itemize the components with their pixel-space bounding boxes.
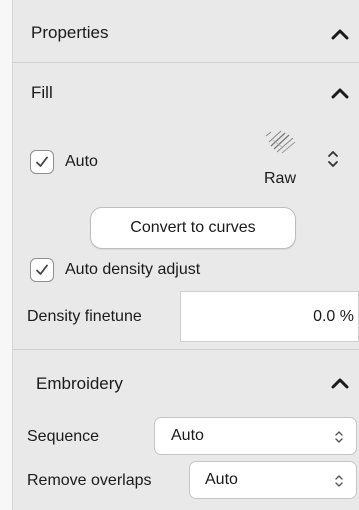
checkmark-icon [36, 156, 48, 167]
fill-pattern-icon[interactable] [263, 128, 299, 158]
remove-overlaps-select[interactable]: Auto [189, 461, 357, 499]
up-down-chevron-icon [334, 429, 344, 450]
panel-left-edge [0, 0, 13, 510]
chevron-up-icon[interactable] [331, 377, 351, 391]
sequence-select[interactable]: Auto [154, 417, 357, 455]
auto-density-adjust-checkbox[interactable] [30, 258, 54, 282]
up-down-chevron-icon [334, 473, 344, 494]
properties-panel: Properties Fill Auto Raw Convert to curv… [13, 0, 359, 510]
density-finetune-label: Density finetune [27, 308, 142, 325]
chevron-up-icon[interactable] [331, 28, 351, 42]
fill-title: Fill [31, 83, 53, 102]
embroidery-header[interactable]: Embroidery [13, 350, 359, 410]
sequence-label: Sequence [27, 428, 100, 445]
checkmark-icon [36, 264, 48, 275]
properties-header[interactable]: Properties [13, 0, 359, 62]
properties-title: Properties [31, 23, 109, 42]
sequence-value: Auto [171, 427, 204, 444]
density-finetune-value: 0.0 % [313, 308, 354, 325]
chevron-up-icon[interactable] [331, 87, 351, 101]
fill-raw-label: Raw [264, 170, 297, 187]
remove-overlaps-label: Remove overlaps [27, 472, 152, 489]
fill-auto-label: Auto [65, 153, 98, 170]
properties-panel-root: Properties Fill Auto Raw Convert to curv… [0, 0, 359, 510]
fill-auto-checkbox[interactable] [30, 150, 54, 174]
auto-density-adjust-label: Auto density adjust [65, 261, 201, 278]
fill-header[interactable]: Fill [13, 63, 359, 121]
up-down-chevron-icon[interactable] [326, 148, 340, 170]
embroidery-title: Embroidery [36, 374, 123, 393]
density-finetune-field[interactable]: 0.0 % [180, 291, 359, 342]
convert-to-curves-button[interactable]: Convert to curves [90, 207, 296, 249]
remove-overlaps-value: Auto [205, 471, 238, 488]
